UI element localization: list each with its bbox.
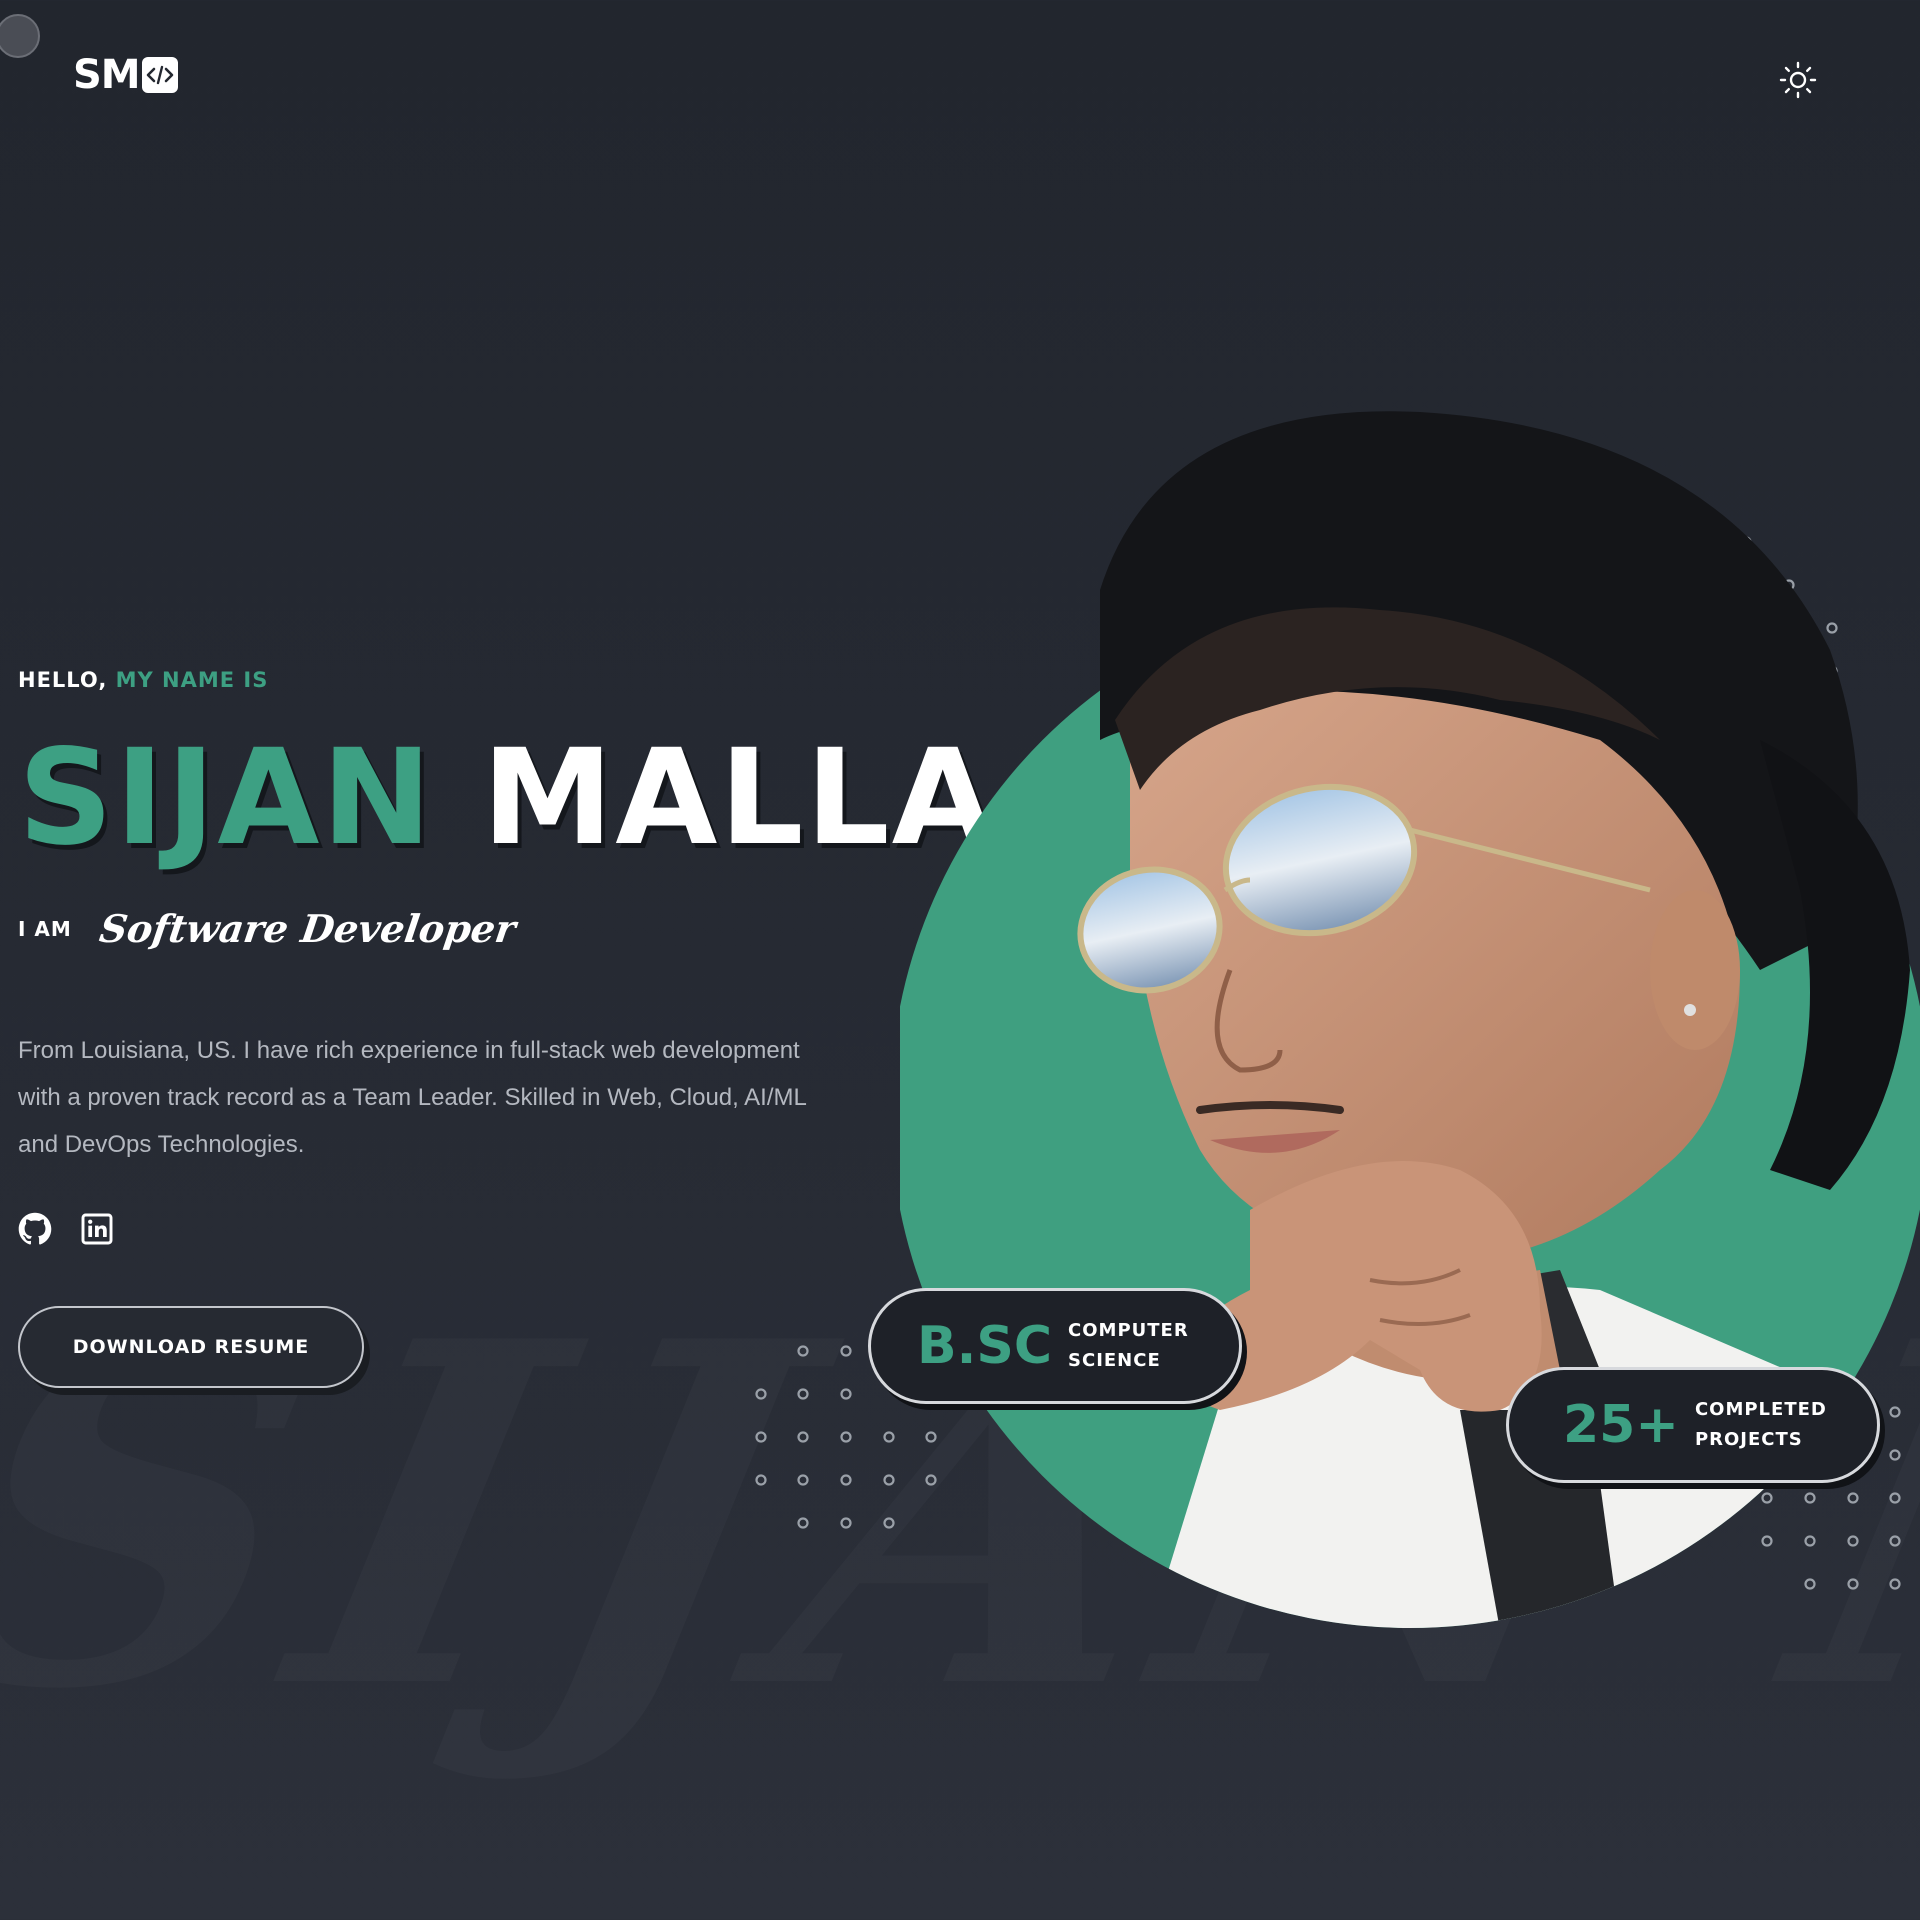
github-icon [18, 1212, 52, 1245]
degree-title: B.SC [917, 1316, 1053, 1376]
cursor-indicator [0, 14, 40, 58]
degree-badge: B.SC COMPUTER SCIENCE [868, 1288, 1242, 1404]
degree-line-1: COMPUTER [1068, 1320, 1189, 1341]
role-title: Software Developer [96, 906, 519, 951]
download-resume-button[interactable]: DOWNLOAD RESUME [18, 1306, 364, 1388]
linkedin-icon [81, 1213, 113, 1245]
degree-subtitle: COMPUTER SCIENCE [1068, 1316, 1189, 1376]
projects-line-2: PROJECTS [1694, 1429, 1803, 1450]
greeting-name-is: MY NAME IS [115, 668, 269, 692]
first-name: SIJAN [18, 721, 434, 875]
bio-text: From Louisiana, US. I have rich experien… [18, 1037, 806, 1158]
projects-line-1: COMPLETED [1694, 1399, 1827, 1420]
role-line: I AM Software Developer [18, 906, 518, 951]
theme-toggle-button[interactable] [1778, 60, 1818, 100]
iam-label: I AM [18, 916, 72, 941]
site-logo[interactable]: SM [73, 52, 178, 98]
projects-badge: 25+ COMPLETED PROJECTS [1506, 1367, 1880, 1483]
hero-name: SIJAN MALLA [18, 732, 996, 864]
projects-subtitle: COMPLETED PROJECTS [1695, 1395, 1827, 1455]
linkedin-link[interactable] [80, 1212, 114, 1246]
degree-line-2: SCIENCE [1068, 1350, 1161, 1371]
greeting-hello: HELLO, [18, 668, 108, 692]
greeting: HELLO, MY NAME IS [18, 668, 268, 692]
github-link[interactable] [18, 1212, 52, 1246]
projects-count: 25+ [1563, 1395, 1679, 1455]
social-links [18, 1212, 114, 1246]
sun-icon [1779, 61, 1817, 99]
code-icon [141, 57, 178, 93]
logo-text: SM [73, 52, 141, 98]
